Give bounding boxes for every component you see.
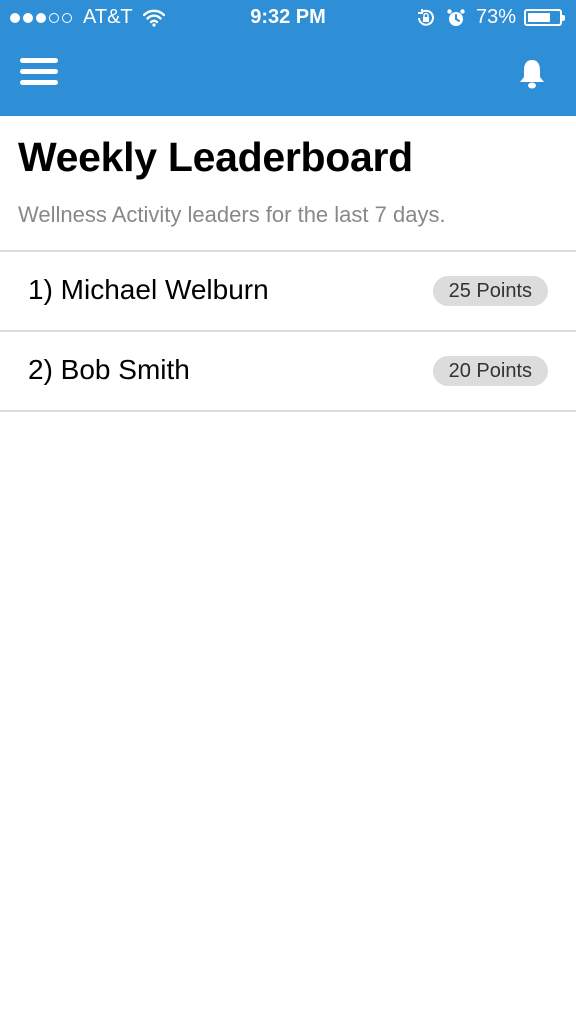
menu-line xyxy=(20,80,58,85)
leaderboard-row[interactable]: 1) Michael Welburn 25 Points xyxy=(0,252,576,332)
status-bar: AT&T 9:32 PM 73% xyxy=(0,0,576,36)
leader-name: 2) Bob Smith xyxy=(28,354,190,385)
menu-line xyxy=(20,69,58,74)
app-header-bar: AT&T 9:32 PM 73% xyxy=(0,0,576,116)
bell-icon[interactable] xyxy=(518,58,548,90)
menu-line xyxy=(20,58,58,63)
page-subtitle: Wellness Activity leaders for the last 7… xyxy=(18,202,446,227)
leaderboard-row[interactable]: 2) Bob Smith 20 Points xyxy=(0,332,576,412)
leaderboard-list: 1) Michael Welburn 25 Points 2) Bob Smit… xyxy=(0,250,576,412)
points-badge: 25 Points xyxy=(432,276,548,306)
hamburger-menu-icon[interactable] xyxy=(20,58,58,92)
battery-icon xyxy=(524,9,565,26)
alarm-clock-icon xyxy=(446,8,466,28)
battery-level-fill xyxy=(528,13,550,22)
rotation-lock-icon xyxy=(416,8,436,28)
points-badge: 20 Points xyxy=(432,356,548,386)
page-title: Weekly Leaderboard xyxy=(18,134,413,180)
status-right: 73% xyxy=(416,6,565,29)
leader-name: 1) Michael Welburn xyxy=(28,274,269,305)
battery-percentage: 73% xyxy=(475,6,516,28)
